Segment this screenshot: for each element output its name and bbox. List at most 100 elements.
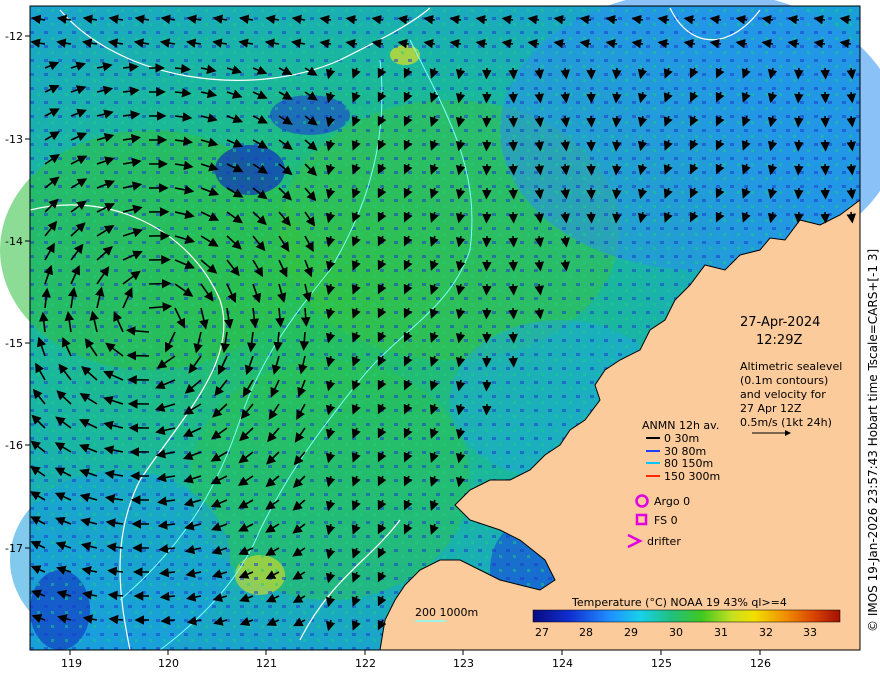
velocity-arrow [508,139,518,152]
lon-tick: 125 [651,657,672,670]
velocity-arrow [508,211,518,224]
velocity-arrow [508,331,518,344]
velocity-arrow [160,615,176,626]
lat-tick: -17 [5,542,23,555]
velocity-arrow [586,211,596,224]
velocity-arrow [612,211,622,224]
velocity-arrow [482,331,492,344]
velocity-arrow [126,350,150,361]
velocity-arrow [508,187,518,200]
legend-label: 0 30m [664,432,699,445]
velocity-arrow [482,355,492,368]
velocity-arrow [820,163,830,176]
velocity-arrow [794,91,804,104]
colorbar-tick: 29 [624,626,638,639]
velocity-arrow [508,115,518,128]
velocity-arrow [508,307,518,320]
colorbar-title: Temperature (°C) NOAA 19 43% ql>=4 [571,596,787,609]
lon-tick: 126 [750,657,771,670]
velocity-arrow [508,163,518,176]
legend-label: 150 300m [664,470,720,483]
velocity-arrow [820,211,830,224]
velocity-arrow [482,379,492,392]
velocity-arrow [482,91,492,104]
depth-key-label: 200 1000m [415,606,478,619]
velocity-arrow [794,67,804,80]
velocity-arrow [586,187,596,200]
note-line: Altimetric sealevel [740,360,842,373]
colorbar-tick: 31 [714,626,728,639]
velocity-arrow [612,163,622,176]
velocity-arrow [586,163,596,176]
velocity-arrow [482,115,492,128]
colorbar-tick: 32 [759,626,773,639]
velocity-arrow [586,67,596,80]
velocity-arrow [508,91,518,104]
lat-tick: -14 [5,235,23,248]
velocity-arrow [482,235,492,248]
colorbar-tick: 30 [669,626,683,639]
velocity-arrow [148,278,172,289]
lon-tick: 119 [61,657,82,670]
note-line: and velocity for [740,388,826,401]
velocity-arrow [482,211,492,224]
velocity-arrow [482,307,492,320]
velocity-arrow [482,283,492,296]
velocity-arrow [820,67,830,80]
velocity-arrow [482,139,492,152]
lon-tick: 122 [355,657,376,670]
lon-tick: 124 [552,657,573,670]
velocity-arrow [508,67,518,80]
velocity-arrow [794,139,804,152]
note-line: 27 Apr 12Z [740,402,802,415]
date-label: 27-Apr-2024 [740,315,820,330]
velocity-arrow [586,91,596,104]
lat-tick: -13 [5,133,23,146]
time-label: 12:29Z [756,333,802,348]
drifter-label: drifter [647,535,681,548]
colorbar-ramp [532,609,841,623]
velocity-arrow [482,163,492,176]
depth-key: 200 1000m [415,606,478,622]
velocity-arrow [508,355,518,368]
lon-axis: 119 120 121 122 123 124 125 126 [61,650,771,670]
velocity-arrow [612,115,622,128]
lat-tick: -12 [5,30,23,43]
lat-tick: -16 [5,439,23,452]
velocity-arrow [794,187,804,200]
velocity-arrow [586,139,596,152]
velocity-arrow [794,211,804,224]
velocity-arrow [482,259,492,272]
velocity-arrow [612,139,622,152]
velocity-arrow [482,67,492,80]
velocity-arrow [612,67,622,80]
lon-tick: 123 [453,657,474,670]
lon-tick: 120 [158,657,179,670]
velocity-arrow [820,187,830,200]
velocity-arrow [508,283,518,296]
argo-label: Argo 0 [654,495,690,508]
sst-map: -12 -13 -14 -15 -16 -17 119 120 121 122 … [0,0,880,670]
velocity-arrow [508,259,518,272]
legend-label: 80 150m [664,457,713,470]
note-line: 0.5m/s (1kt 24h) [740,416,832,429]
anmn-legend-title: ANMN 12h av. [642,419,719,432]
velocity-arrow [794,163,804,176]
fs-label: FS 0 [654,514,678,527]
velocity-arrow [820,139,830,152]
lon-tick: 121 [256,657,277,670]
velocity-arrow [612,91,622,104]
velocity-arrow [508,235,518,248]
velocity-arrow [820,91,830,104]
colorbar-tick: 27 [535,626,549,639]
lat-tick: -15 [5,337,23,350]
velocity-arrow [794,115,804,128]
colorbar-tick: 33 [803,626,817,639]
colorbar-tick: 28 [579,626,593,639]
velocity-arrow [612,187,622,200]
note-line: (0.1m contours) [740,374,828,387]
velocity-arrow [586,115,596,128]
velocity-arrow [482,403,492,416]
velocity-arrow [482,187,492,200]
credit-text: © IMOS 19-Jan-2026 23:57:43 Hobart time … [866,249,880,632]
